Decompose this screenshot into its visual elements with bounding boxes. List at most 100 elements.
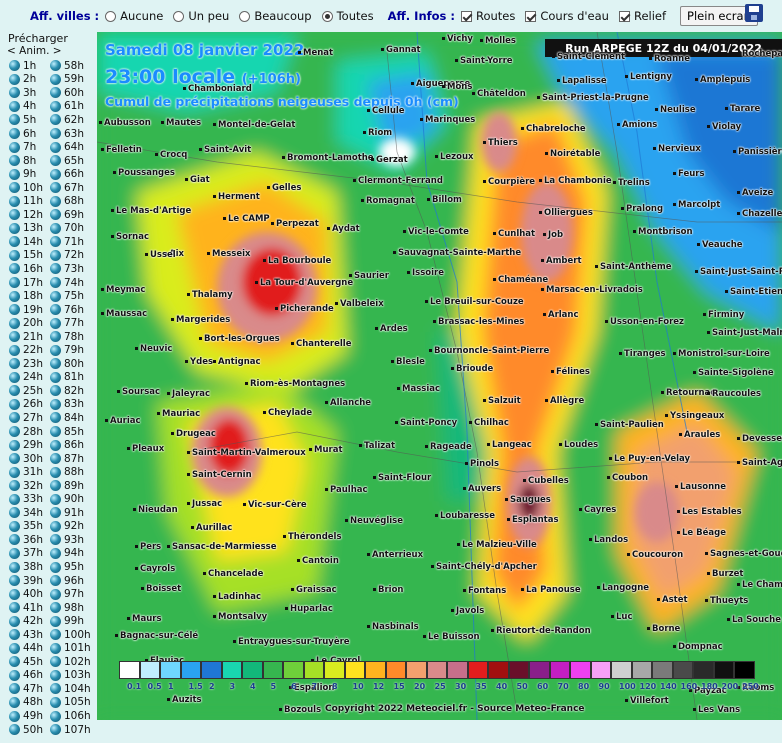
frame-link[interactable]: 62h (50, 113, 91, 127)
frame-link[interactable]: 81h (50, 371, 91, 385)
frame-link[interactable]: 94h (50, 547, 91, 561)
frame-link[interactable]: 60h (50, 86, 91, 100)
frame-link[interactable]: 43h (9, 628, 43, 642)
frame-link[interactable]: 79h (50, 343, 91, 357)
frame-link[interactable]: 73h (50, 262, 91, 276)
frame-link[interactable]: 107h (50, 723, 91, 737)
frame-link[interactable]: 95h (50, 560, 91, 574)
frame-link[interactable]: 97h (50, 587, 91, 601)
villes-option-beaucoup[interactable]: Beaucoup (239, 9, 312, 23)
frame-link[interactable]: 8h (9, 154, 43, 168)
frame-link[interactable]: 46h (9, 669, 43, 683)
frame-link[interactable]: 19h (9, 303, 43, 317)
frame-link[interactable]: 20h (9, 316, 43, 330)
frame-link[interactable]: 85h (50, 425, 91, 439)
frame-link[interactable]: 100h (50, 628, 91, 642)
infos-option-routes[interactable]: Routes (460, 9, 515, 23)
frame-link[interactable]: 18h (9, 289, 43, 303)
snow-forecast-map[interactable]: Samedi 08 janvier 2022 23:00 locale (+10… (97, 32, 782, 720)
frame-link[interactable]: 49h (9, 709, 43, 723)
frame-link[interactable]: 42h (9, 614, 43, 628)
frame-link[interactable]: 28h (9, 425, 43, 439)
frame-link[interactable]: 41h (9, 601, 43, 615)
frame-link[interactable]: 101h (50, 642, 91, 656)
frame-link[interactable]: 25h (9, 384, 43, 398)
preload-link[interactable]: Précharger (8, 32, 68, 45)
frame-link[interactable]: 3h (9, 86, 43, 100)
anim-control[interactable]: < Anim. > (7, 45, 62, 57)
frame-link[interactable]: 48h (9, 696, 43, 710)
frame-link[interactable]: 82h (50, 384, 91, 398)
frame-link[interactable]: 98h (50, 601, 91, 615)
frame-link[interactable]: 103h (50, 669, 91, 683)
frame-link[interactable]: 26h (9, 398, 43, 412)
frame-link[interactable]: 32h (9, 479, 43, 493)
frame-link[interactable]: 64h (50, 140, 91, 154)
frame-link[interactable]: 75h (50, 289, 91, 303)
frame-link[interactable]: 5h (9, 113, 43, 127)
frame-link[interactable]: 4h (9, 100, 43, 114)
frame-link[interactable]: 29h (9, 438, 43, 452)
radio-button[interactable] (173, 10, 185, 22)
frame-link[interactable]: 38h (9, 560, 43, 574)
frame-link[interactable]: 99h (50, 614, 91, 628)
frame-link[interactable]: 23h (9, 357, 43, 371)
checkbox[interactable] (525, 10, 537, 22)
frame-link[interactable]: 14h (9, 235, 43, 249)
frame-link[interactable]: 21h (9, 330, 43, 344)
radio-button[interactable] (321, 10, 333, 22)
floppy-disk-icon[interactable] (745, 4, 763, 22)
frame-link[interactable]: 105h (50, 696, 91, 710)
frame-link[interactable]: 47h (9, 682, 43, 696)
frame-link[interactable]: 106h (50, 709, 91, 723)
frame-link[interactable]: 84h (50, 411, 91, 425)
infos-option-relief[interactable]: Relief (618, 9, 666, 23)
villes-option-toutes[interactable]: Toutes (321, 9, 374, 23)
frame-link[interactable]: 59h (50, 73, 91, 87)
frame-link[interactable]: 93h (50, 533, 91, 547)
infos-option-cours-d-eau[interactable]: Cours d'eau (525, 9, 609, 23)
frame-link[interactable]: 72h (50, 249, 91, 263)
frame-link[interactable]: 80h (50, 357, 91, 371)
frame-link[interactable]: 31h (9, 465, 43, 479)
checkbox[interactable] (618, 10, 630, 22)
frame-link[interactable]: 61h (50, 100, 91, 114)
frame-link[interactable]: 70h (50, 222, 91, 236)
frame-link[interactable]: 102h (50, 655, 91, 669)
frame-link[interactable]: 16h (9, 262, 43, 276)
frame-link[interactable]: 90h (50, 493, 91, 507)
frame-link[interactable]: 24h (9, 371, 43, 385)
frame-link[interactable]: 10h (9, 181, 43, 195)
frame-link[interactable]: 2h (9, 73, 43, 87)
checkbox[interactable] (460, 10, 472, 22)
frame-link[interactable]: 7h (9, 140, 43, 154)
frame-link[interactable]: 87h (50, 452, 91, 466)
frame-link[interactable]: 33h (9, 493, 43, 507)
frame-link[interactable]: 68h (50, 194, 91, 208)
frame-link[interactable]: 34h (9, 506, 43, 520)
frame-link[interactable]: 13h (9, 222, 43, 236)
frame-link[interactable]: 39h (9, 574, 43, 588)
frame-link[interactable]: 9h (9, 167, 43, 181)
frame-link[interactable]: 22h (9, 343, 43, 357)
frame-link[interactable]: 92h (50, 520, 91, 534)
frame-link[interactable]: 89h (50, 479, 91, 493)
frame-link[interactable]: 50h (9, 723, 43, 737)
frame-link[interactable]: 11h (9, 194, 43, 208)
frame-link[interactable]: 35h (9, 520, 43, 534)
frame-link[interactable]: 69h (50, 208, 91, 222)
frame-link[interactable]: 36h (9, 533, 43, 547)
frame-link[interactable]: 12h (9, 208, 43, 222)
frame-link[interactable]: 1h (9, 59, 43, 73)
frame-link[interactable]: 77h (50, 316, 91, 330)
frame-link[interactable]: 66h (50, 167, 91, 181)
villes-option-un-peu[interactable]: Un peu (173, 9, 229, 23)
frame-link[interactable]: 44h (9, 642, 43, 656)
frame-link[interactable]: 40h (9, 587, 43, 601)
frame-link[interactable]: 65h (50, 154, 91, 168)
radio-button[interactable] (239, 10, 251, 22)
frame-link[interactable]: 86h (50, 438, 91, 452)
villes-option-aucune[interactable]: Aucune (105, 9, 163, 23)
frame-link[interactable]: 27h (9, 411, 43, 425)
frame-link[interactable]: 96h (50, 574, 91, 588)
